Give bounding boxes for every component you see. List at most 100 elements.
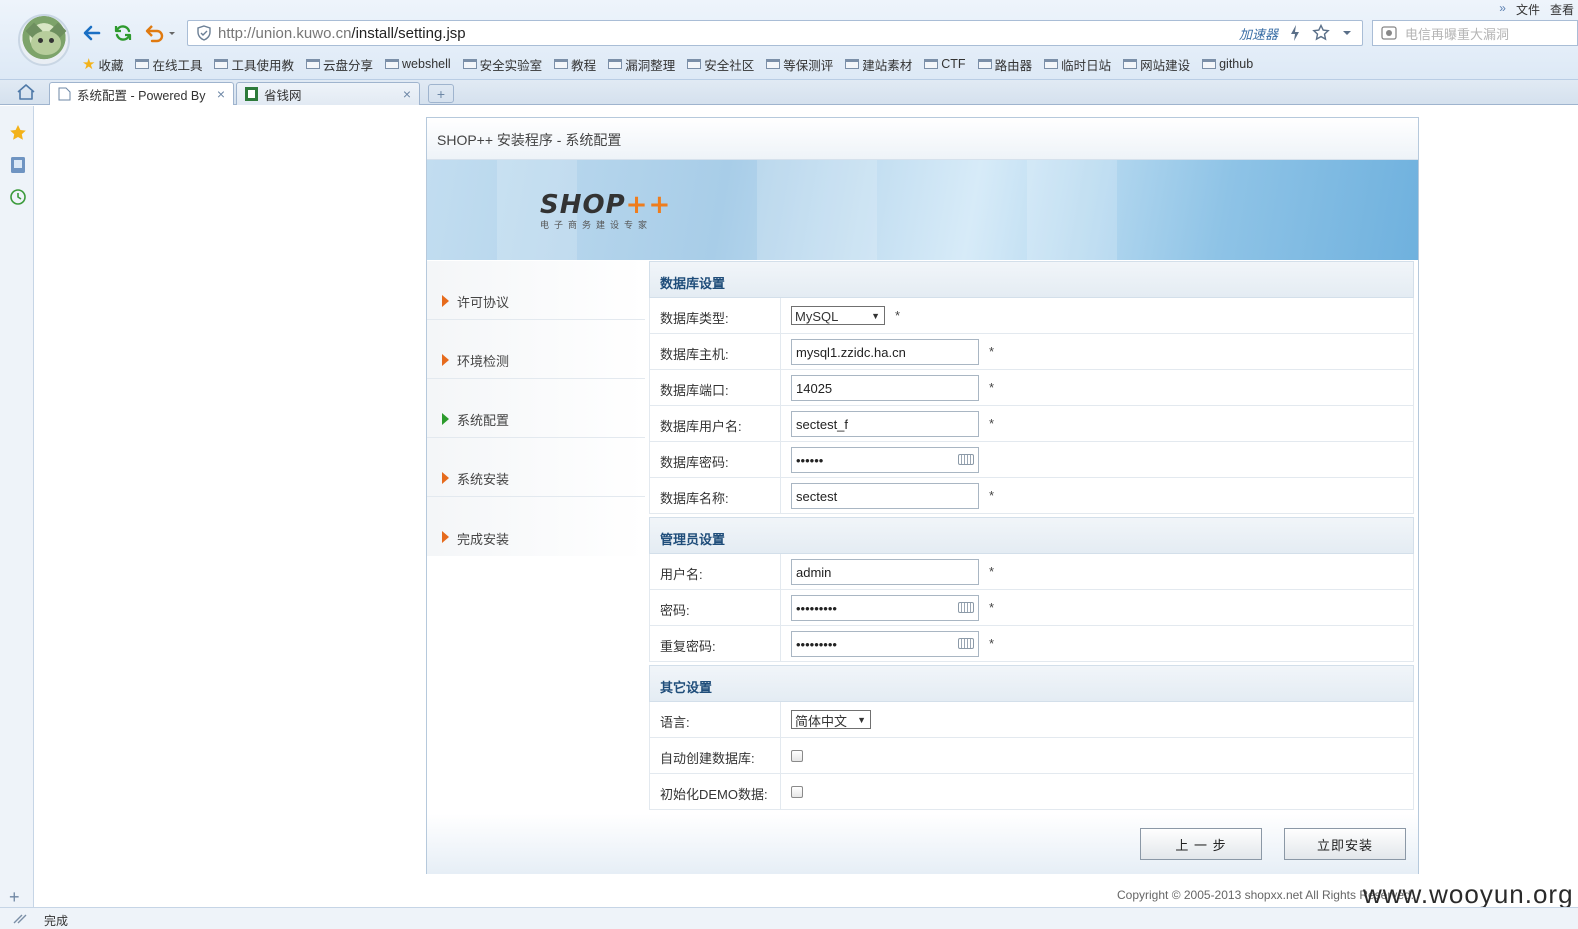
auto-create-db-row: 自动创建数据库:	[649, 738, 1414, 774]
bookmark-item[interactable]: 在线工具	[135, 55, 202, 74]
folder-icon	[554, 59, 569, 69]
lightning-icon[interactable]	[1290, 25, 1300, 41]
db-host-row: 数据库主机: mysql1.zzidc.ha.cn *	[649, 334, 1414, 370]
db-host-input[interactable]: mysql1.zzidc.ha.cn	[791, 338, 979, 365]
db-password-input[interactable]: ••••••	[791, 446, 979, 473]
logo-subtitle: 电子商务建设专家	[540, 220, 653, 230]
bookmark-item[interactable]: 等保测评	[766, 55, 833, 74]
db-password-label: 数据库密码:	[650, 442, 781, 477]
folder-icon	[1044, 59, 1059, 69]
step-license: 许可协议	[427, 261, 645, 320]
bookmark-item[interactable]: 安全实验室	[462, 55, 542, 74]
menu-more[interactable]: »	[1499, 1, 1506, 18]
step-install: 系统安装	[427, 438, 645, 497]
bookmark-item[interactable]: 临时日站	[1044, 55, 1111, 74]
menu-view[interactable]: 查看	[1550, 1, 1574, 18]
db-name-input[interactable]: sectest	[791, 482, 979, 509]
bookmark-item[interactable]: webshell	[385, 57, 451, 71]
home-icon[interactable]	[16, 83, 36, 101]
admin-repassword-input[interactable]: •••••••••	[791, 630, 979, 657]
browser-toolbar: http://union.kuwo.cn/install/setting.jsp…	[0, 0, 1578, 80]
bookmark-item[interactable]: 路由器	[977, 55, 1032, 74]
step-arrow-icon	[442, 294, 449, 307]
avatar-eye	[49, 38, 54, 43]
bookmark-item[interactable]: github	[1202, 57, 1253, 71]
close-icon[interactable]: ×	[403, 86, 411, 102]
db-user-label: 数据库用户名:	[650, 406, 781, 441]
required-mark: *	[989, 380, 995, 395]
language-select[interactable]: 简体中文 ▼	[791, 710, 871, 729]
url-text[interactable]: http://union.kuwo.cn/install/setting.jsp	[218, 25, 1239, 42]
db-type-label: 数据库类型:	[650, 298, 781, 333]
favorites-star-icon[interactable]	[9, 124, 27, 142]
bookmark-item[interactable]: 安全社区	[687, 55, 754, 74]
menu-file[interactable]: 文件	[1516, 1, 1540, 18]
required-mark: *	[989, 416, 995, 431]
folder-icon	[924, 59, 939, 69]
bookmarks-bar: ★ 收藏 在线工具 工具使用教 云盘分享 webshell 安全实验室 教程 漏洞…	[82, 54, 1265, 74]
tab-system-config[interactable]: 系统配置 - Powered By ×	[49, 82, 234, 105]
step-arrow-icon	[442, 531, 449, 543]
language-label: 语言:	[650, 702, 781, 737]
refresh-button[interactable]	[112, 22, 134, 44]
db-type-select[interactable]: MySQL ▼	[791, 306, 885, 325]
bookmark-item[interactable]: 工具使用教	[214, 55, 294, 74]
folder-icon	[608, 59, 623, 69]
admin-password-input[interactable]: •••••••••	[791, 594, 979, 621]
new-tab-button[interactable]: +	[428, 84, 454, 103]
db-user-input[interactable]: sectest_f	[791, 410, 979, 437]
undo-close-button[interactable]	[143, 22, 177, 44]
step-arrow-icon	[442, 412, 449, 425]
bookmark-item[interactable]: 漏洞整理	[608, 55, 675, 74]
admin-settings-heading: 管理员设置	[649, 517, 1414, 554]
admin-repassword-label: 重复密码:	[650, 626, 781, 661]
avatar-eye	[38, 38, 43, 43]
admin-user-input[interactable]: admin	[791, 558, 979, 585]
favorite-star-icon[interactable]	[1312, 24, 1330, 42]
history-clock-icon[interactable]	[9, 188, 27, 206]
step-arrow-icon	[442, 353, 449, 366]
folder-icon	[135, 59, 150, 69]
bookmark-item[interactable]: 教程	[554, 55, 596, 74]
user-avatar[interactable]	[18, 14, 70, 66]
required-mark: *	[895, 308, 901, 323]
init-demo-label: 初始化DEMO数据:	[650, 774, 781, 809]
url-path: /install/setting.jsp	[351, 24, 466, 42]
bookmark-favorites[interactable]: ★ 收藏	[82, 55, 123, 74]
install-now-button[interactable]: 立即安装	[1284, 828, 1406, 860]
previous-step-button[interactable]: 上 一 步	[1140, 828, 1262, 860]
bookmark-item[interactable]: 网站建设	[1123, 55, 1190, 74]
keyboard-icon[interactable]	[958, 453, 974, 465]
dropdown-arrow-icon[interactable]	[1342, 28, 1352, 38]
add-sidebar-icon[interactable]: +	[9, 887, 20, 908]
init-demo-row: 初始化DEMO数据:	[649, 774, 1414, 810]
keyboard-icon[interactable]	[958, 601, 974, 613]
init-demo-checkbox[interactable]	[791, 785, 803, 798]
accelerator-button[interactable]: 加速器	[1239, 24, 1278, 43]
back-button[interactable]	[81, 22, 103, 44]
address-bar[interactable]: http://union.kuwo.cn/install/setting.jsp…	[187, 20, 1363, 46]
bookmark-item[interactable]: 云盘分享	[306, 55, 373, 74]
keyboard-icon[interactable]	[958, 637, 974, 649]
auto-create-db-checkbox[interactable]	[791, 749, 803, 762]
close-icon[interactable]: ×	[217, 86, 225, 102]
bookmark-item[interactable]: 建站素材	[845, 55, 912, 74]
status-toggle-icon[interactable]	[12, 913, 28, 925]
avatar-face	[31, 31, 61, 55]
button-area: 上 一 步 立即安装	[427, 814, 1418, 874]
folder-icon	[687, 59, 702, 69]
reading-list-icon[interactable]	[9, 156, 27, 174]
bookmark-item[interactable]: CTF	[924, 57, 966, 71]
language-row: 语言: 简体中文 ▼	[649, 702, 1414, 738]
search-box[interactable]: 电信再曝重大漏洞	[1372, 20, 1578, 46]
required-mark: *	[989, 600, 995, 615]
db-port-row: 数据库端口: 14025 *	[649, 370, 1414, 406]
db-settings-heading: 数据库设置	[649, 261, 1414, 298]
db-port-input[interactable]: 14025	[791, 374, 979, 401]
step-config: 系统配置	[427, 379, 645, 438]
browser-sidebar: +	[0, 106, 34, 907]
tab-shengqian[interactable]: 省钱网 ×	[236, 82, 420, 105]
admin-password-label: 密码:	[650, 590, 781, 625]
db-type-row: 数据库类型: MySQL ▼ *	[649, 298, 1414, 334]
required-mark: *	[989, 344, 995, 359]
